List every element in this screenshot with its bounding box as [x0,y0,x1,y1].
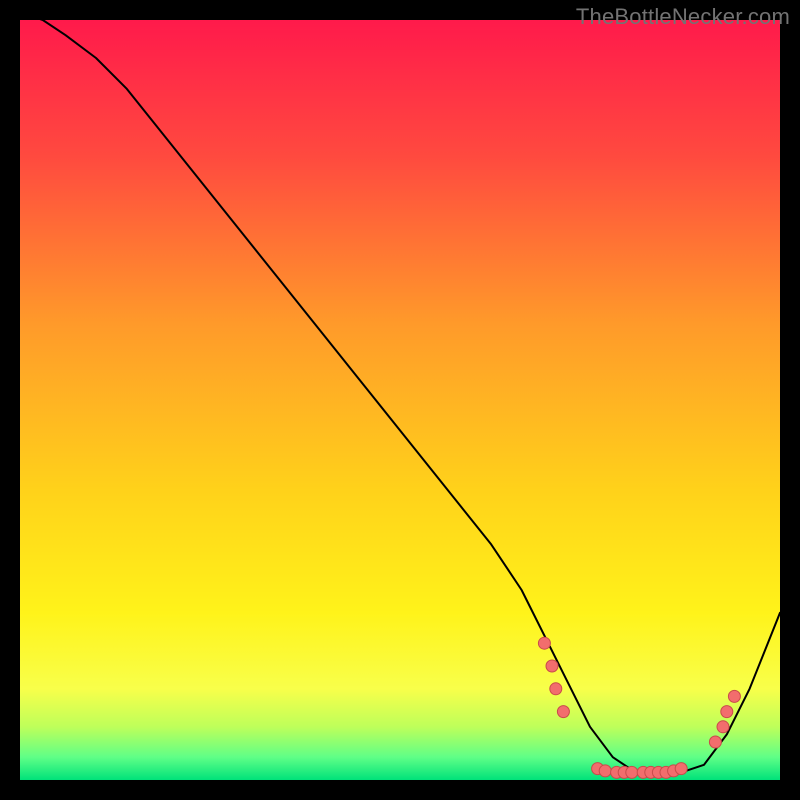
data-point [728,690,740,702]
data-point [538,637,550,649]
gradient-background [20,20,780,780]
data-point [546,660,558,672]
data-point [626,766,638,778]
data-point [717,721,729,733]
data-point [721,706,733,718]
data-point [599,765,611,777]
data-point [675,763,687,775]
data-point [557,706,569,718]
watermark-text: TheBottleNecker.com [576,4,790,30]
data-point [709,736,721,748]
data-point [550,683,562,695]
bottleneck-chart [20,20,780,780]
